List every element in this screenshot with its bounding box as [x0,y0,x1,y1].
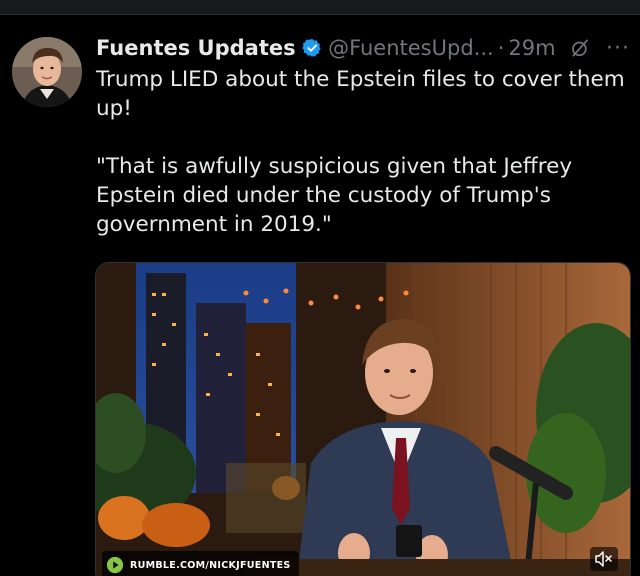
timestamp[interactable]: 29m [508,36,555,60]
rumble-play-icon [106,556,124,574]
tweet-text: Trump LIED about the Epstein files to co… [96,67,625,237]
display-name[interactable]: Fuentes Updates [96,36,296,60]
tweet-card[interactable]: Fuentes Updates @FuentesUpd... · 29m ···… [0,15,640,576]
more-icon[interactable]: ··· [606,36,630,61]
tweet-header: Fuentes Updates @FuentesUpd... · 29m ··· [96,33,630,63]
handle[interactable]: @FuentesUpd... [328,36,494,60]
speaker-muted-icon [595,551,612,567]
video-player[interactable]: RUMBLE.COM/NICKJFUENTES [95,262,631,576]
verified-badge-icon [301,39,321,57]
source-label: RUMBLE.COM/NICKJFUENTES [130,559,291,571]
grok-icon[interactable] [570,37,590,59]
avatar[interactable] [12,37,82,107]
separator-dot: · [497,36,505,60]
mute-button[interactable] [590,547,618,571]
video-frame [96,263,630,576]
top-strip [0,0,640,15]
source-badge[interactable]: RUMBLE.COM/NICKJFUENTES [102,551,299,576]
